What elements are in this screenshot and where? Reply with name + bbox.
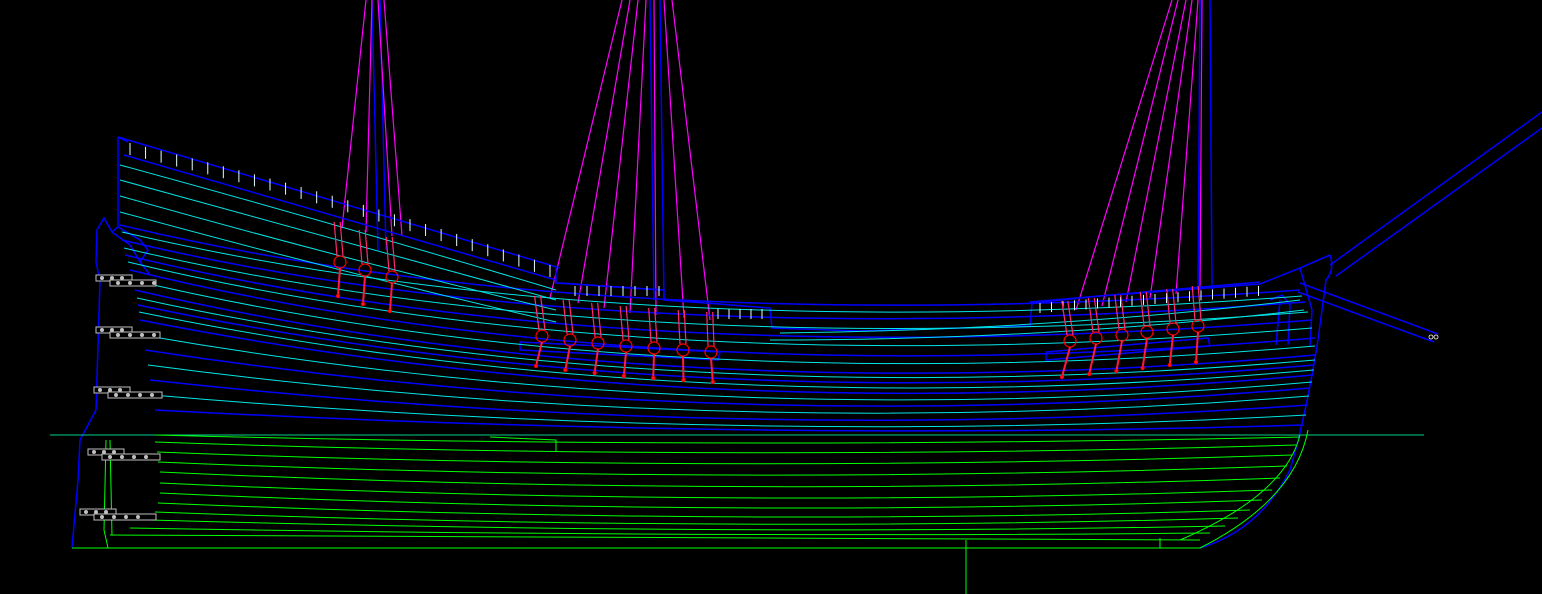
chain-bolt <box>1193 359 1199 365</box>
rudder-pintles <box>79 274 163 521</box>
cad-drawing-viewport[interactable]: // drawn by script below <box>0 0 1542 594</box>
lanyard <box>364 229 369 265</box>
chain-bolt <box>592 370 597 376</box>
chain-plate <box>337 267 341 297</box>
chain-bolt <box>563 367 568 373</box>
bolt <box>120 328 124 332</box>
chain-plate <box>1141 337 1148 369</box>
chain-bolt <box>681 377 686 383</box>
chain-bolt <box>621 373 627 379</box>
ship-hull-drawing: // drawn by script below <box>50 0 1542 594</box>
bolt <box>128 333 132 337</box>
spritsail-yard <box>1299 282 1439 335</box>
bolt <box>108 388 112 392</box>
lanyard <box>540 295 546 331</box>
bolt <box>100 328 104 332</box>
chain-bolt <box>710 379 715 385</box>
bolt <box>92 450 96 454</box>
planking-below-waterline <box>72 429 1309 549</box>
fore-mast <box>1197 0 1201 291</box>
lanyard <box>597 302 602 338</box>
bolt <box>104 510 108 514</box>
lanyard <box>568 299 574 335</box>
lanyard <box>591 302 596 338</box>
main-mast <box>649 0 655 301</box>
bolt <box>152 281 156 285</box>
bolt <box>108 455 112 459</box>
chain-plate <box>682 355 685 381</box>
bolt <box>152 333 156 337</box>
chain-bolt <box>1059 374 1065 380</box>
chain-bolt <box>651 375 656 381</box>
bolt <box>126 393 130 397</box>
bolt <box>124 515 128 519</box>
bolt <box>102 450 106 454</box>
deadeye <box>333 255 347 269</box>
chain-bolt <box>533 363 539 369</box>
lanyard <box>1172 288 1177 324</box>
lanyard <box>677 309 681 345</box>
deadeye <box>1191 319 1205 333</box>
deadeye <box>1063 334 1077 348</box>
bolt <box>100 276 104 280</box>
bolt <box>138 393 142 397</box>
shrouds <box>341 0 1203 321</box>
chain-bolt <box>360 301 366 307</box>
bolt <box>128 281 132 285</box>
lanyard <box>1166 288 1171 324</box>
bolt <box>84 510 88 514</box>
bolt <box>144 455 148 459</box>
lanyard <box>562 299 568 335</box>
chain-bolt <box>1114 368 1119 374</box>
lanyard <box>1145 291 1151 327</box>
deadeye <box>1115 328 1129 342</box>
bolt <box>94 510 98 514</box>
bolt <box>118 388 122 392</box>
chain-plate <box>389 282 393 312</box>
bolt <box>112 450 116 454</box>
lanyard <box>1061 300 1068 336</box>
bolt <box>140 333 144 337</box>
deadeye <box>1140 325 1154 339</box>
deadeye <box>535 329 549 343</box>
bolt <box>98 388 102 392</box>
bolt <box>136 515 140 519</box>
chain-bolt <box>387 308 393 314</box>
bolt <box>110 328 114 332</box>
bolt <box>110 276 114 280</box>
bolt <box>116 281 120 285</box>
chain-bolt <box>335 293 341 299</box>
bolt <box>116 333 120 337</box>
bolt <box>120 276 124 280</box>
chain-bolt <box>1087 371 1092 377</box>
chain-bolt <box>1140 365 1145 371</box>
bolt <box>114 393 118 397</box>
bolt <box>132 455 136 459</box>
bolt <box>150 393 154 397</box>
chain-bolt <box>1167 362 1172 368</box>
lanyard <box>1067 300 1074 336</box>
bolt <box>140 281 144 285</box>
chain-plate <box>652 353 655 379</box>
masts <box>371 0 1213 301</box>
bolt <box>120 455 124 459</box>
railing-stanchion-group <box>129 143 1259 319</box>
chain-plate <box>362 275 366 305</box>
bowsprit <box>1297 111 1542 343</box>
chain-plate <box>1061 346 1071 378</box>
bolt <box>100 515 104 519</box>
bolt <box>112 515 116 519</box>
